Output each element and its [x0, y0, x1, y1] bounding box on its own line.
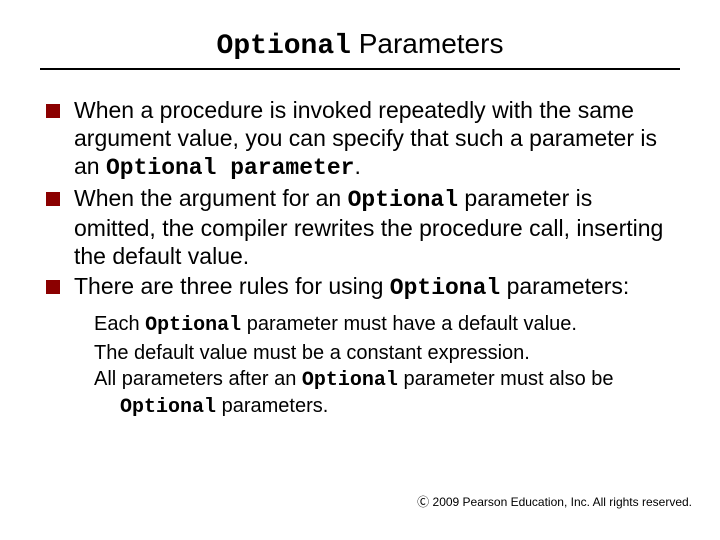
bullet-1-p1: Optional: [348, 187, 458, 213]
sub-2-p0: All parameters after an: [94, 368, 302, 390]
bullet-2: There are three rules for using Optional…: [40, 272, 680, 302]
sub-2-p1: Optional: [302, 369, 398, 392]
copyright-icon: Ⓒ: [417, 495, 432, 509]
bullet-0-p1: Optional parameter: [106, 155, 354, 181]
main-list: When a procedure is invoked repeatedly w…: [40, 96, 680, 302]
footer: Ⓒ 2009 Pearson Education, Inc. All right…: [417, 493, 692, 510]
slide-title: Optional Parameters: [40, 28, 680, 62]
sub-bullet-1: The default value must be a constant exp…: [94, 341, 680, 365]
title-rest: Parameters: [351, 28, 504, 59]
slide: Optional Parameters When a procedure is …: [0, 0, 720, 540]
footer-text: 2009 Pearson Education, Inc. All rights …: [433, 495, 692, 509]
title-mono: Optional: [217, 31, 351, 62]
bullet-1-p0: When the argument for an: [74, 185, 348, 211]
bullet-2-p2: parameters:: [500, 273, 629, 299]
sub-0-p0: Each: [94, 313, 145, 335]
sub-2-p3: Optional: [120, 396, 216, 419]
sub-bullet-0: Each Optional parameter must have a defa…: [94, 312, 680, 338]
bullet-2-p0: There are three rules for using: [74, 273, 390, 299]
bullet-0-p2: .: [354, 153, 360, 179]
sub-bullet-2: All parameters after an Optional paramet…: [94, 367, 680, 420]
sub-list: Each Optional parameter must have a defa…: [94, 312, 680, 420]
sub-0-p1: Optional: [145, 314, 241, 337]
bullet-2-p1: Optional: [390, 275, 500, 301]
bullet-0: When a procedure is invoked repeatedly w…: [40, 96, 680, 182]
title-rule: [40, 68, 680, 70]
sub-1-p0: The default value must be a constant exp…: [94, 342, 530, 364]
bullet-1: When the argument for an Optional parame…: [40, 184, 680, 270]
sub-2-p4: parameters.: [216, 395, 328, 417]
sub-2-p2: parameter must also be: [398, 368, 614, 390]
sub-0-p2: parameter must have a default value.: [241, 313, 577, 335]
